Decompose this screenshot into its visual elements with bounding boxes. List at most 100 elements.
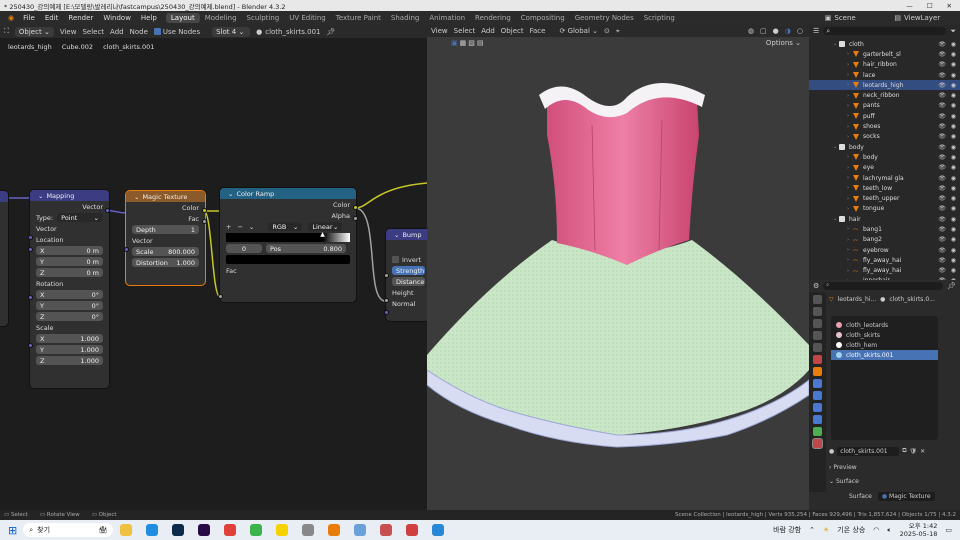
- surface-shader-field[interactable]: ● Magic Texture: [877, 492, 935, 501]
- collapse-icon[interactable]: ⌄: [228, 190, 233, 198]
- outliner-row[interactable]: › garterbelt_sl 👁︎ ◉: [809, 49, 960, 59]
- outliner-row[interactable]: › 〰 fly_away_hai 👁︎ ◉: [809, 255, 960, 265]
- render-camera-icon[interactable]: ◉: [951, 267, 956, 274]
- kakaotalk-icon[interactable]: [276, 524, 289, 536]
- outliner-row[interactable]: › teeth_upper 👁︎ ◉: [809, 193, 960, 203]
- material-tab-icon[interactable]: [813, 439, 822, 448]
- expand-toggle-icon[interactable]: ⌄: [833, 41, 837, 47]
- expand-arrow-icon[interactable]: ›: [847, 51, 849, 57]
- visibility-eye-icon[interactable]: 👁︎: [938, 133, 946, 140]
- maximize-button[interactable]: ☐: [927, 2, 933, 10]
- tool-tab-icon[interactable]: [813, 295, 822, 304]
- render-camera-icon[interactable]: ◉: [951, 61, 956, 68]
- tab-texture-paint[interactable]: Texture Paint: [331, 13, 386, 23]
- expand-toggle-icon[interactable]: ⌄: [833, 144, 837, 150]
- expand-arrow-icon[interactable]: ›: [847, 196, 849, 202]
- outliner-row[interactable]: › shoes 👁︎ ◉: [809, 121, 960, 131]
- menu-file[interactable]: File: [18, 14, 40, 22]
- ramp-color-swatch[interactable]: [226, 255, 350, 264]
- breadcrumb-material[interactable]: cloth_skirts.001: [103, 43, 154, 51]
- menu-window[interactable]: Window: [98, 14, 136, 22]
- viewlayer-selector[interactable]: ▤ ViewLayer: [894, 14, 960, 22]
- outliner-row[interactable]: › lace 👁︎ ◉: [809, 70, 960, 80]
- material-selector[interactable]: ● cloth_skirts.001: [256, 28, 320, 36]
- ramp-index-field[interactable]: 0: [226, 244, 262, 253]
- 3d-viewport[interactable]: [427, 25, 809, 510]
- render-camera-icon[interactable]: ◉: [951, 51, 956, 58]
- rot-y-field[interactable]: Y 0°: [36, 301, 103, 310]
- app-icon[interactable]: [250, 524, 263, 536]
- magic-vector-socket[interactable]: [124, 247, 129, 252]
- blender-logo-icon[interactable]: ◉: [4, 14, 18, 22]
- menu-select[interactable]: Select: [82, 28, 104, 36]
- visibility-eye-icon[interactable]: 👁︎: [938, 102, 946, 109]
- visibility-eye-icon[interactable]: 👁︎: [938, 185, 946, 192]
- menu-face[interactable]: Face: [530, 27, 546, 35]
- tab-sculpting[interactable]: Sculpting: [242, 13, 285, 23]
- select-box-icon[interactable]: ▣: [451, 39, 458, 47]
- visibility-eye-icon[interactable]: 👁︎: [938, 61, 946, 68]
- visibility-eye-icon[interactable]: 👁︎: [938, 216, 946, 223]
- menu-select-3d[interactable]: Select: [454, 27, 476, 35]
- outliner-row[interactable]: › 〰 bang1 👁︎ ◉: [809, 224, 960, 234]
- visibility-eye-icon[interactable]: 👁︎: [938, 267, 946, 274]
- material-name-field[interactable]: cloth_skirts.001: [837, 446, 900, 456]
- scl-z-field[interactable]: Z 1.000: [36, 356, 103, 365]
- visibility-eye-icon[interactable]: 👁︎: [938, 113, 946, 120]
- render-camera-icon[interactable]: ◉: [951, 205, 956, 212]
- taskbar-search[interactable]: ⌕ 찾기 🏰︎: [23, 523, 114, 537]
- close-button[interactable]: ✕: [947, 2, 952, 10]
- visibility-eye-icon[interactable]: 👁︎: [938, 72, 946, 79]
- bump-header[interactable]: ⌄ Bump: [386, 229, 431, 240]
- magic-scale-field[interactable]: Scale 800.000: [132, 247, 199, 256]
- material-datablock[interactable]: ● cloth_skirts.001 ⧉ 🛡︎ ✕: [829, 446, 957, 456]
- expand-arrow-icon[interactable]: ›: [847, 226, 849, 232]
- tab-rendering[interactable]: Rendering: [470, 13, 516, 23]
- visibility-eye-icon[interactable]: 👁︎: [938, 154, 946, 161]
- expand-toggle-icon[interactable]: ⌄: [833, 216, 837, 222]
- shading-solid-icon[interactable]: ●: [773, 27, 779, 35]
- mapping-node[interactable]: ⌄ Mapping Vector Type: Point ⌄ Vector Loc…: [30, 190, 109, 388]
- outliner-row[interactable]: › 〰 eyebrow 👁︎ ◉: [809, 245, 960, 255]
- edge-icon[interactable]: [146, 524, 159, 536]
- tab-compositing[interactable]: Compositing: [516, 13, 570, 23]
- breadcrumb-mesh[interactable]: Cube.002: [62, 43, 93, 51]
- menu-object-3d[interactable]: Object: [501, 27, 524, 35]
- orientation-dropdown[interactable]: ⟳ Global ⌄: [559, 27, 598, 35]
- app-icon[interactable]: [432, 524, 445, 536]
- outliner-search[interactable]: ⌕: [823, 27, 947, 35]
- magic-fac-socket[interactable]: [202, 219, 207, 224]
- snap-icon[interactable]: ⌖: [616, 27, 620, 36]
- app-icon[interactable]: [406, 524, 419, 536]
- render-camera-icon[interactable]: ◉: [951, 41, 956, 48]
- use-nodes-toggle[interactable]: Use Nodes: [153, 28, 200, 36]
- app-icon[interactable]: [302, 524, 315, 536]
- visibility-eye-icon[interactable]: 👁︎: [938, 92, 946, 99]
- loc-z-field[interactable]: Z 0 m: [36, 268, 103, 277]
- magic-texture-node[interactable]: ⌄ Magic Texture Color Fac Depth 1 Vector …: [126, 191, 205, 285]
- outliner-row[interactable]: › 〰 bang2 👁︎ ◉: [809, 235, 960, 245]
- outliner-row[interactable]: ⌄ cloth 👁︎ ◉: [809, 39, 960, 49]
- ramp-interp-dropdown[interactable]: Linear ⌄: [308, 222, 343, 231]
- expand-arrow-icon[interactable]: ›: [847, 257, 849, 263]
- minimize-button[interactable]: —: [906, 2, 913, 10]
- app-icon[interactable]: [380, 524, 393, 536]
- rotation-socket[interactable]: [28, 295, 33, 300]
- visibility-eye-icon[interactable]: 👁︎: [938, 41, 946, 48]
- visibility-eye-icon[interactable]: 👁︎: [938, 257, 946, 264]
- bump-normal-socket[interactable]: [384, 310, 389, 315]
- visibility-eye-icon[interactable]: 👁︎: [938, 51, 946, 58]
- expand-arrow-icon[interactable]: ›: [847, 175, 849, 181]
- expand-arrow-icon[interactable]: ›: [847, 206, 849, 212]
- render-camera-icon[interactable]: ◉: [951, 102, 956, 109]
- expand-arrow-icon[interactable]: ›: [847, 247, 849, 253]
- ramp-color-socket[interactable]: [353, 205, 358, 210]
- render-camera-icon[interactable]: ◉: [951, 236, 956, 243]
- render-camera-icon[interactable]: ◉: [951, 185, 956, 192]
- pin-icon[interactable]: 📌︎: [326, 28, 335, 36]
- shading-material-icon[interactable]: ◑: [785, 27, 791, 35]
- magic-texture-header[interactable]: ⌄ Magic Texture: [126, 191, 205, 202]
- outliner-row[interactable]: › 〰 fly_away_hai 👁︎ ◉: [809, 266, 960, 276]
- expand-arrow-icon[interactable]: ›: [847, 154, 849, 160]
- tab-uv-editing[interactable]: UV Editing: [284, 13, 331, 23]
